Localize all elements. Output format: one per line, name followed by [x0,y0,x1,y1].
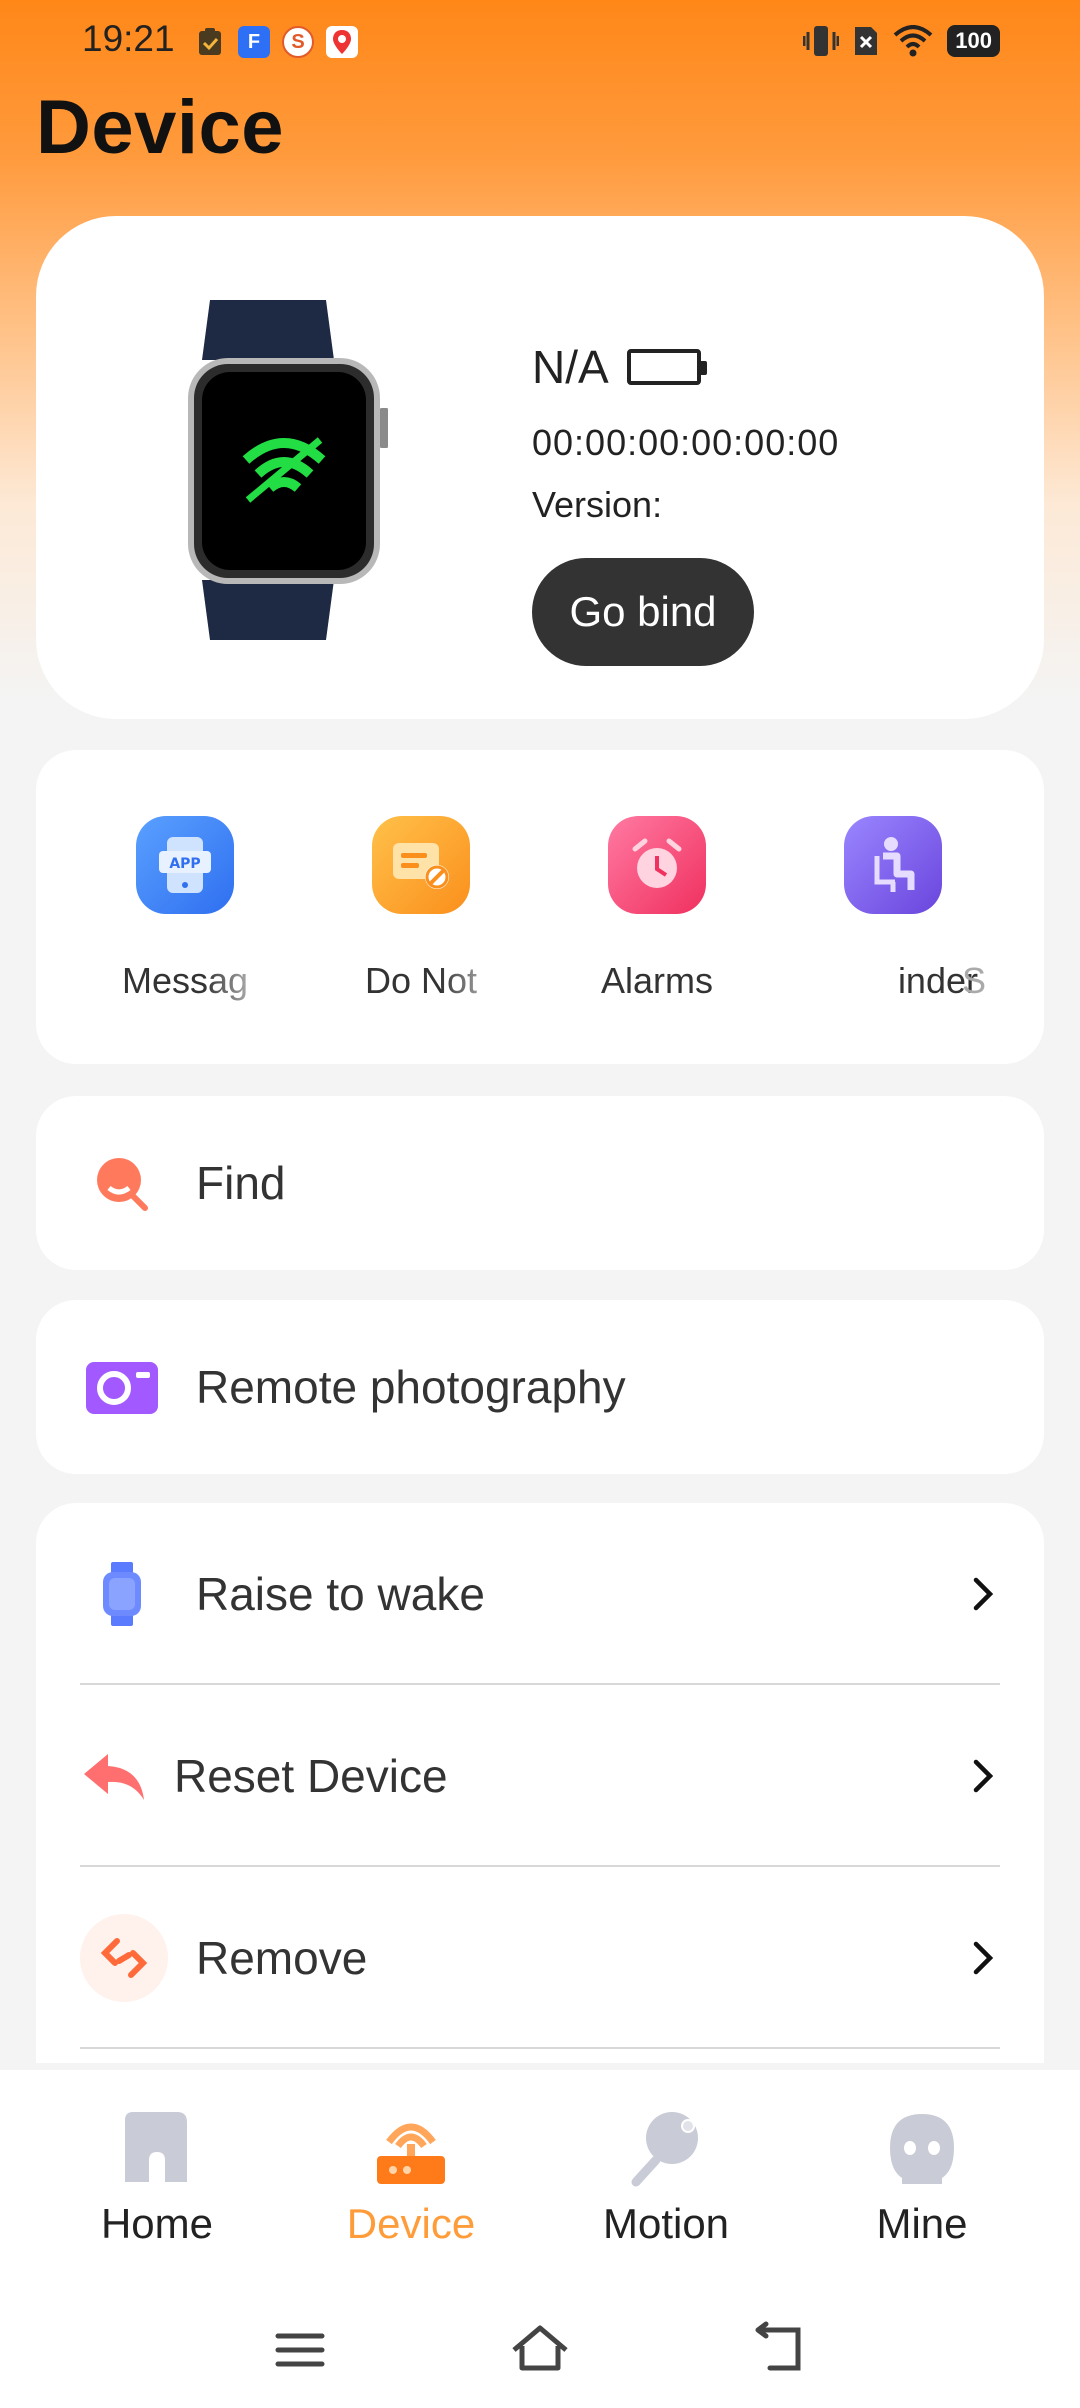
page-title: Device [36,85,285,170]
nav-device-label: Device [346,2200,476,2247]
status-time: 19:21 [82,18,175,59]
nav-device[interactable]: Device [311,2108,511,2268]
quick-item-more[interactable]: S [962,816,1042,1016]
quick-item-alarms[interactable]: Alarms [562,816,752,1016]
quick-item-label: Messag [121,960,249,1001]
vibrate-icon [803,26,840,56]
reset-device-row[interactable]: Reset Device [36,1685,1044,1867]
device-icon [377,2123,445,2184]
find-search-icon [84,1145,160,1221]
chevron-right-icon [973,1941,994,1975]
reset-device-label: Reset Device [174,1750,448,1802]
reset-arrow-icon [76,1738,152,1814]
device-mac-address: 00:00:00:00:00:00 [532,422,840,463]
back-icon[interactable] [750,2320,810,2380]
sedentary-reminder-icon [844,816,942,914]
app-f-icon: F [238,26,270,58]
quick-functions-card: APP Messag Do Not Alarms inder S [36,750,1044,1064]
home-nav-icon[interactable] [510,2320,570,2380]
chevron-right-icon [973,1577,994,1611]
settings-card: Raise to wake Reset Device Remove [36,1503,1044,2063]
remove-row[interactable]: Remove [36,1867,1044,2049]
device-battery-icon [626,349,707,385]
bottom-nav: Home Device Motion Mine [0,2070,1080,2408]
status-notification-icons: F S [194,26,358,58]
nav-home[interactable]: Home [57,2108,257,2268]
quick-item-label: S [962,960,987,1001]
raise-to-wake-label: Raise to wake [196,1568,485,1620]
quick-item-label: inder [897,960,978,1001]
alarm-clock-icon [608,816,706,914]
camera-icon [84,1349,160,1425]
device-version: Version: [532,484,663,525]
wifi-icon [893,25,933,57]
app-message-icon: APP [136,816,234,914]
nav-motion[interactable]: Motion [566,2108,766,2268]
watch-icon [84,1556,160,1632]
do-not-disturb-icon [372,816,470,914]
chevron-right-icon [973,1759,994,1793]
remove-label: Remove [196,1932,368,1984]
device-name: N/A [532,341,609,393]
map-pin-icon [326,26,358,58]
user-face-icon [890,2114,954,2184]
unlink-icon [80,1914,168,2002]
sim-off-icon [855,27,878,55]
quick-item-label: Alarms [600,960,713,1001]
home-icon [125,2112,187,2182]
ping-pong-icon [631,2112,698,2187]
status-bar: 19:21 F S 100 [0,0,1080,84]
status-system-icons: 100 [803,24,1000,58]
app-s-icon: S [282,26,314,58]
nav-mine-label: Mine [876,2200,968,2247]
nav-motion-label: Motion [602,2200,730,2247]
quick-item-message[interactable]: APP Messag [90,816,280,1016]
quick-item-sedentary-reminder[interactable]: inder [798,816,988,1016]
remote-photography-label: Remote photography [196,1361,626,1413]
battery-icon: 100 [947,25,1000,57]
menu-icon[interactable] [270,2320,330,2380]
raise-to-wake-row[interactable]: Raise to wake [36,1503,1044,1685]
device-card: N/A 00:00:00:00:00:00 Version: Go bind [36,216,1044,719]
quick-item-label: Do Not [364,960,478,1001]
quick-item-do-not-disturb[interactable]: Do Not [326,816,516,1016]
go-bind-button[interactable]: Go bind [532,558,754,666]
nav-home-label: Home [100,2200,214,2247]
divider [80,2047,1000,2049]
nav-mine[interactable]: Mine [822,2108,1022,2268]
find-label: Find [196,1157,286,1209]
remote-photography-row[interactable]: Remote photography [36,1300,1044,1474]
watch-image [188,300,388,640]
clipboard-icon [194,26,226,58]
device-name-row: N/A [532,340,707,394]
svg-text:APP: APP [169,856,200,872]
find-row[interactable]: Find [36,1096,1044,1270]
